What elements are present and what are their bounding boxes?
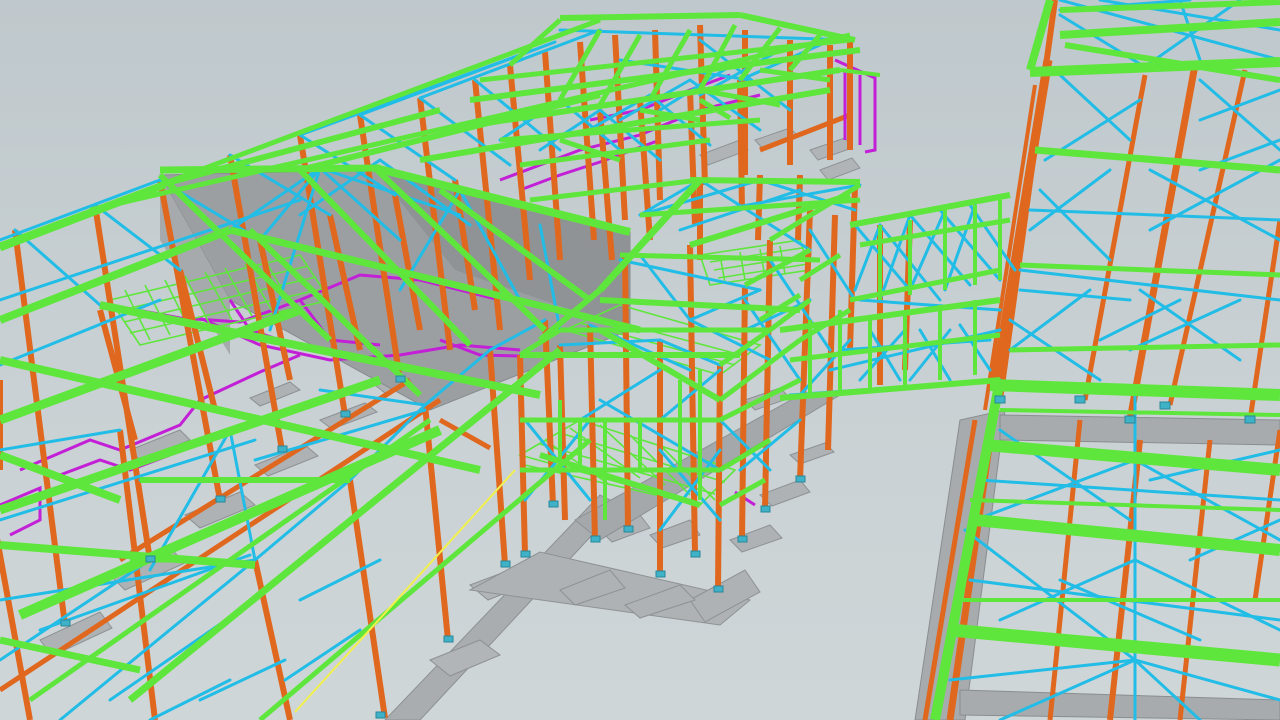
structural-model-3d-view bbox=[0, 0, 1280, 720]
model-viewport[interactable] bbox=[0, 0, 1280, 720]
